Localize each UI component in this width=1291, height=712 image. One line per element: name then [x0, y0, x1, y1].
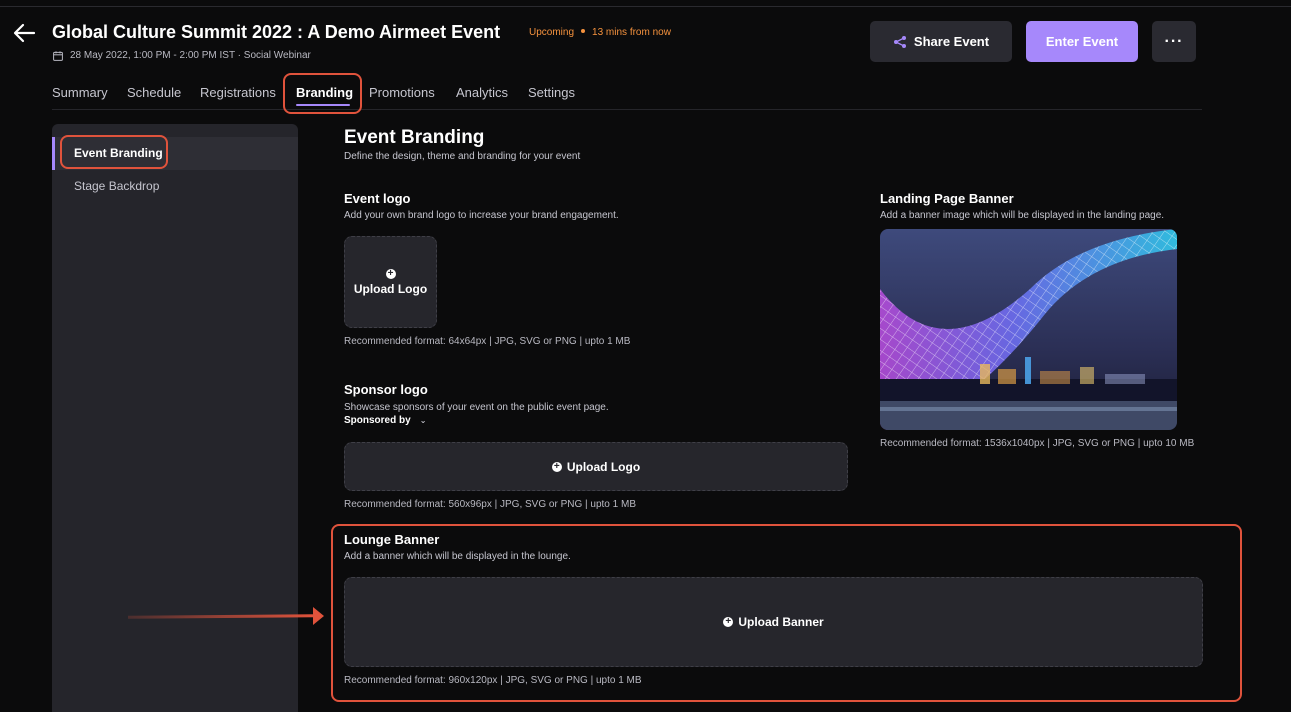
upload-event-logo-label: Upload Logo: [353, 281, 428, 296]
plus-circle-icon: +: [551, 461, 562, 472]
share-event-label: Share Event: [913, 34, 990, 49]
sponsor-logo-format: Recommended format: 560x96px | JPG, SVG …: [344, 499, 636, 510]
banner-image-graphic: [880, 229, 1177, 430]
event-meta-text: 28 May 2022, 1:00 PM - 2:00 PM IST · Soc…: [70, 50, 311, 61]
annotation-arrow-head: [313, 607, 324, 625]
back-arrow-icon[interactable]: [12, 22, 36, 44]
sponsor-logo-title: Sponsor logo: [344, 382, 428, 397]
time-until: 13 mins from now: [592, 27, 671, 38]
sidebar-item-stage-backdrop[interactable]: Stage Backdrop: [74, 179, 159, 193]
landing-banner-desc: Add a banner image which will be display…: [880, 210, 1165, 221]
sponsored-by-label: Sponsored by: [344, 415, 411, 426]
top-divider: [0, 6, 1291, 7]
tab-divider: [52, 109, 1202, 110]
more-icon: ···: [1164, 32, 1184, 50]
event-logo-title: Event logo: [344, 191, 411, 206]
page-title: Event Branding: [344, 127, 485, 148]
tab-schedule[interactable]: Schedule: [127, 85, 181, 100]
event-status: Upcoming 13 mins from now: [529, 27, 671, 38]
tab-analytics[interactable]: Analytics: [456, 85, 508, 100]
tab-registrations[interactable]: Registrations: [200, 85, 276, 100]
event-logo-format: Recommended format: 64x64px | JPG, SVG o…: [344, 336, 631, 347]
landing-banner-image[interactable]: [880, 229, 1177, 430]
upload-event-logo-button[interactable]: + Upload Logo: [344, 236, 437, 328]
event-logo-desc: Add your own brand logo to increase your…: [344, 210, 619, 221]
annotation-event-branding: [60, 135, 168, 169]
tab-promotions[interactable]: Promotions: [369, 85, 435, 100]
event-meta: 28 May 2022, 1:00 PM - 2:00 PM IST · Soc…: [53, 50, 311, 61]
chevron-down-icon: ⌄: [419, 416, 427, 425]
upload-sponsor-logo-button[interactable]: + Upload Logo: [344, 442, 848, 491]
sidebar-active-indicator: [52, 137, 55, 170]
status-dot: [581, 29, 586, 34]
tab-settings[interactable]: Settings: [528, 85, 575, 100]
sponsored-by-dropdown[interactable]: Sponsored by ⌄: [344, 415, 426, 426]
branding-sidebar: [52, 124, 298, 712]
calendar-icon: [53, 50, 63, 61]
event-title: Global Culture Summit 2022 : A Demo Airm…: [52, 22, 501, 42]
page-subtitle: Define the design, theme and branding fo…: [344, 151, 581, 162]
annotation-lounge-banner: [331, 524, 1242, 702]
share-event-button[interactable]: Share Event: [870, 21, 1012, 62]
sponsor-logo-desc: Showcase sponsors of your event on the p…: [344, 402, 609, 413]
tab-summary[interactable]: Summary: [52, 85, 108, 100]
share-icon: [893, 35, 906, 48]
plus-circle-icon: +: [385, 268, 396, 279]
upload-sponsor-logo-label: Upload Logo: [566, 459, 641, 474]
status-label: Upcoming: [529, 27, 575, 38]
landing-banner-format: Recommended format: 1536x1040px | JPG, S…: [880, 438, 1195, 449]
more-options-button[interactable]: ···: [1152, 21, 1196, 62]
annotation-branding-tab: [283, 73, 362, 114]
landing-banner-title: Landing Page Banner: [880, 191, 1014, 206]
enter-event-button[interactable]: Enter Event: [1026, 21, 1138, 62]
